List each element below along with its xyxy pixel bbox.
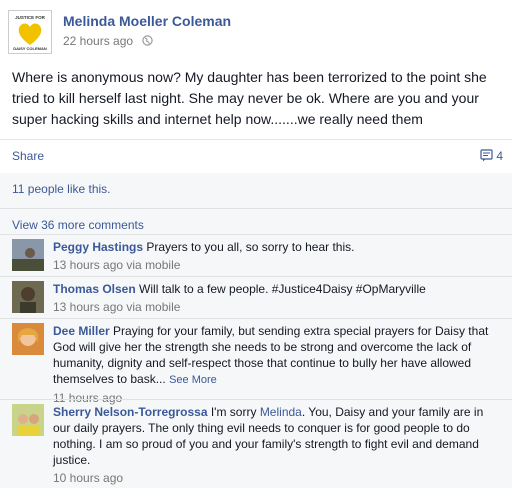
view-more-comments-row: View 36 more comments bbox=[0, 208, 512, 232]
comment-count: 4 bbox=[496, 149, 503, 163]
post-author[interactable]: Melinda Moeller Coleman bbox=[63, 13, 231, 29]
commenter-avatar[interactable] bbox=[12, 404, 44, 436]
mention-link[interactable]: Melinda bbox=[260, 405, 302, 419]
justice-for-daisy-logo: JUSTICE FOR DAISY COLEMAN bbox=[13, 15, 47, 51]
post-timestamp[interactable]: 22 hours ago bbox=[63, 34, 133, 48]
share-button[interactable]: Share bbox=[12, 149, 44, 163]
comment-icon bbox=[480, 149, 493, 162]
post-actions-bar: Share 4 bbox=[0, 139, 512, 174]
comment-meta: 13 hours ago via mobile bbox=[53, 300, 181, 314]
comment-text: Praying for your family, but sending ext… bbox=[53, 324, 489, 386]
comment-meta: 13 hours ago via mobile bbox=[53, 258, 181, 272]
globe-icon[interactable] bbox=[142, 35, 154, 49]
likes-summary[interactable]: 11 people like this. bbox=[12, 182, 111, 196]
commenter-name[interactable]: Thomas Olsen bbox=[53, 282, 136, 296]
avatar-text-bottom: DAISY COLEMAN bbox=[13, 46, 47, 51]
commenter-avatar[interactable] bbox=[12, 281, 44, 313]
heart-shape bbox=[18, 23, 42, 45]
post-meta: 22 hours ago bbox=[63, 34, 154, 49]
avatar-text-top: JUSTICE FOR bbox=[15, 15, 46, 20]
commenter-name[interactable]: Peggy Hastings bbox=[53, 240, 143, 254]
comment-text: Prayers to you all, so sorry to hear thi… bbox=[146, 240, 355, 254]
commenter-avatar[interactable] bbox=[12, 323, 44, 355]
comment-text-before: I'm sorry bbox=[210, 405, 257, 419]
feedback-section: 11 people like this. View 36 more commen… bbox=[0, 173, 512, 488]
comment-meta: 10 hours ago bbox=[53, 471, 124, 485]
view-more-comments-link[interactable]: View 36 more comments bbox=[12, 218, 144, 232]
author-avatar[interactable]: JUSTICE FOR DAISY COLEMAN bbox=[8, 10, 52, 54]
post-text: Where is anonymous now? My daughter has … bbox=[12, 69, 487, 127]
see-more-link[interactable]: See More bbox=[169, 374, 217, 386]
commenter-name[interactable]: Sherry Nelson-Torregrossa bbox=[53, 405, 208, 419]
comment-count-link[interactable]: 4 bbox=[480, 149, 503, 163]
commenter-avatar[interactable] bbox=[12, 239, 44, 271]
commenter-name[interactable]: Dee Miller bbox=[53, 324, 110, 338]
comment-text: Will talk to a few people. #Justice4Dais… bbox=[139, 282, 426, 296]
